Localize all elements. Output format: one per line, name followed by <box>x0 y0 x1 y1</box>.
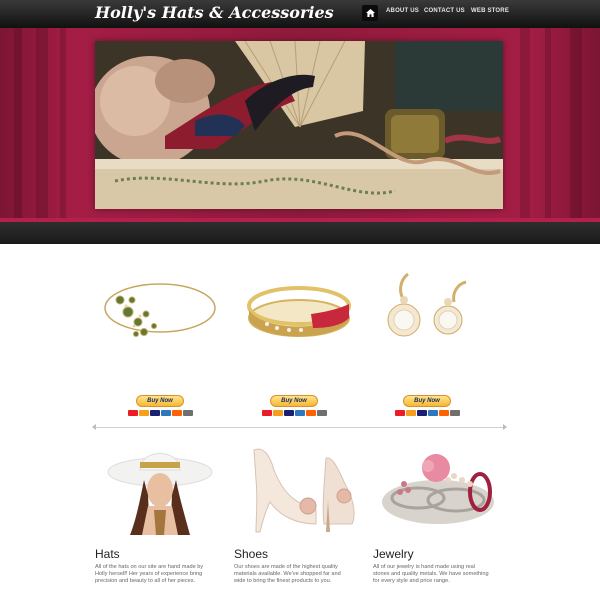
buy-now-button[interactable]: Buy Now <box>136 395 184 407</box>
buy-now-pearl-earrings[interactable]: Buy Now <box>391 389 463 416</box>
product-image-necklace[interactable] <box>98 270 218 360</box>
buy-now-bracelet[interactable]: Buy Now <box>258 389 330 416</box>
hero-bottom-strip <box>0 218 600 244</box>
feature-text-hats: All of the hats on our site are hand mad… <box>95 564 204 584</box>
buy-now-necklace[interactable]: Buy Now <box>124 389 196 416</box>
buy-now-button[interactable]: Buy Now <box>403 395 451 407</box>
hero-image <box>95 41 503 209</box>
site-logo[interactable]: Holly's Hats & Accessories <box>95 3 334 22</box>
nav-contact-us[interactable]: CONTACT US <box>424 8 465 14</box>
home-button[interactable] <box>362 5 378 21</box>
divider-right-arrow <box>503 424 507 430</box>
section-divider <box>95 427 503 428</box>
feature-title-hats: Hats <box>95 547 120 561</box>
feature-text-jewelry: All of our jewelry is hand made using re… <box>373 564 489 584</box>
product-image-pearl-earrings[interactable] <box>378 270 498 360</box>
top-navigation-bar: Holly's Hats & Accessories ABOUT US CONT… <box>0 0 600 28</box>
payment-card-icons <box>124 410 196 416</box>
feature-image-hats <box>100 440 220 535</box>
payment-card-icons <box>391 410 463 416</box>
nav-about-us[interactable]: ABOUT US <box>386 8 419 14</box>
buy-now-button[interactable]: Buy Now <box>270 395 318 407</box>
home-icon <box>365 9 375 17</box>
product-image-bracelet[interactable] <box>243 270 363 360</box>
feature-text-shoes: Our shoes are made of the highest qualit… <box>234 564 341 584</box>
payment-card-icons <box>258 410 330 416</box>
feature-title-jewelry: Jewelry <box>373 547 414 561</box>
feature-image-shoes <box>240 440 360 535</box>
nav-web-store[interactable]: WEB STORE <box>471 8 509 14</box>
feature-title-shoes: Shoes <box>234 547 269 561</box>
feature-image-jewelry <box>378 440 498 535</box>
